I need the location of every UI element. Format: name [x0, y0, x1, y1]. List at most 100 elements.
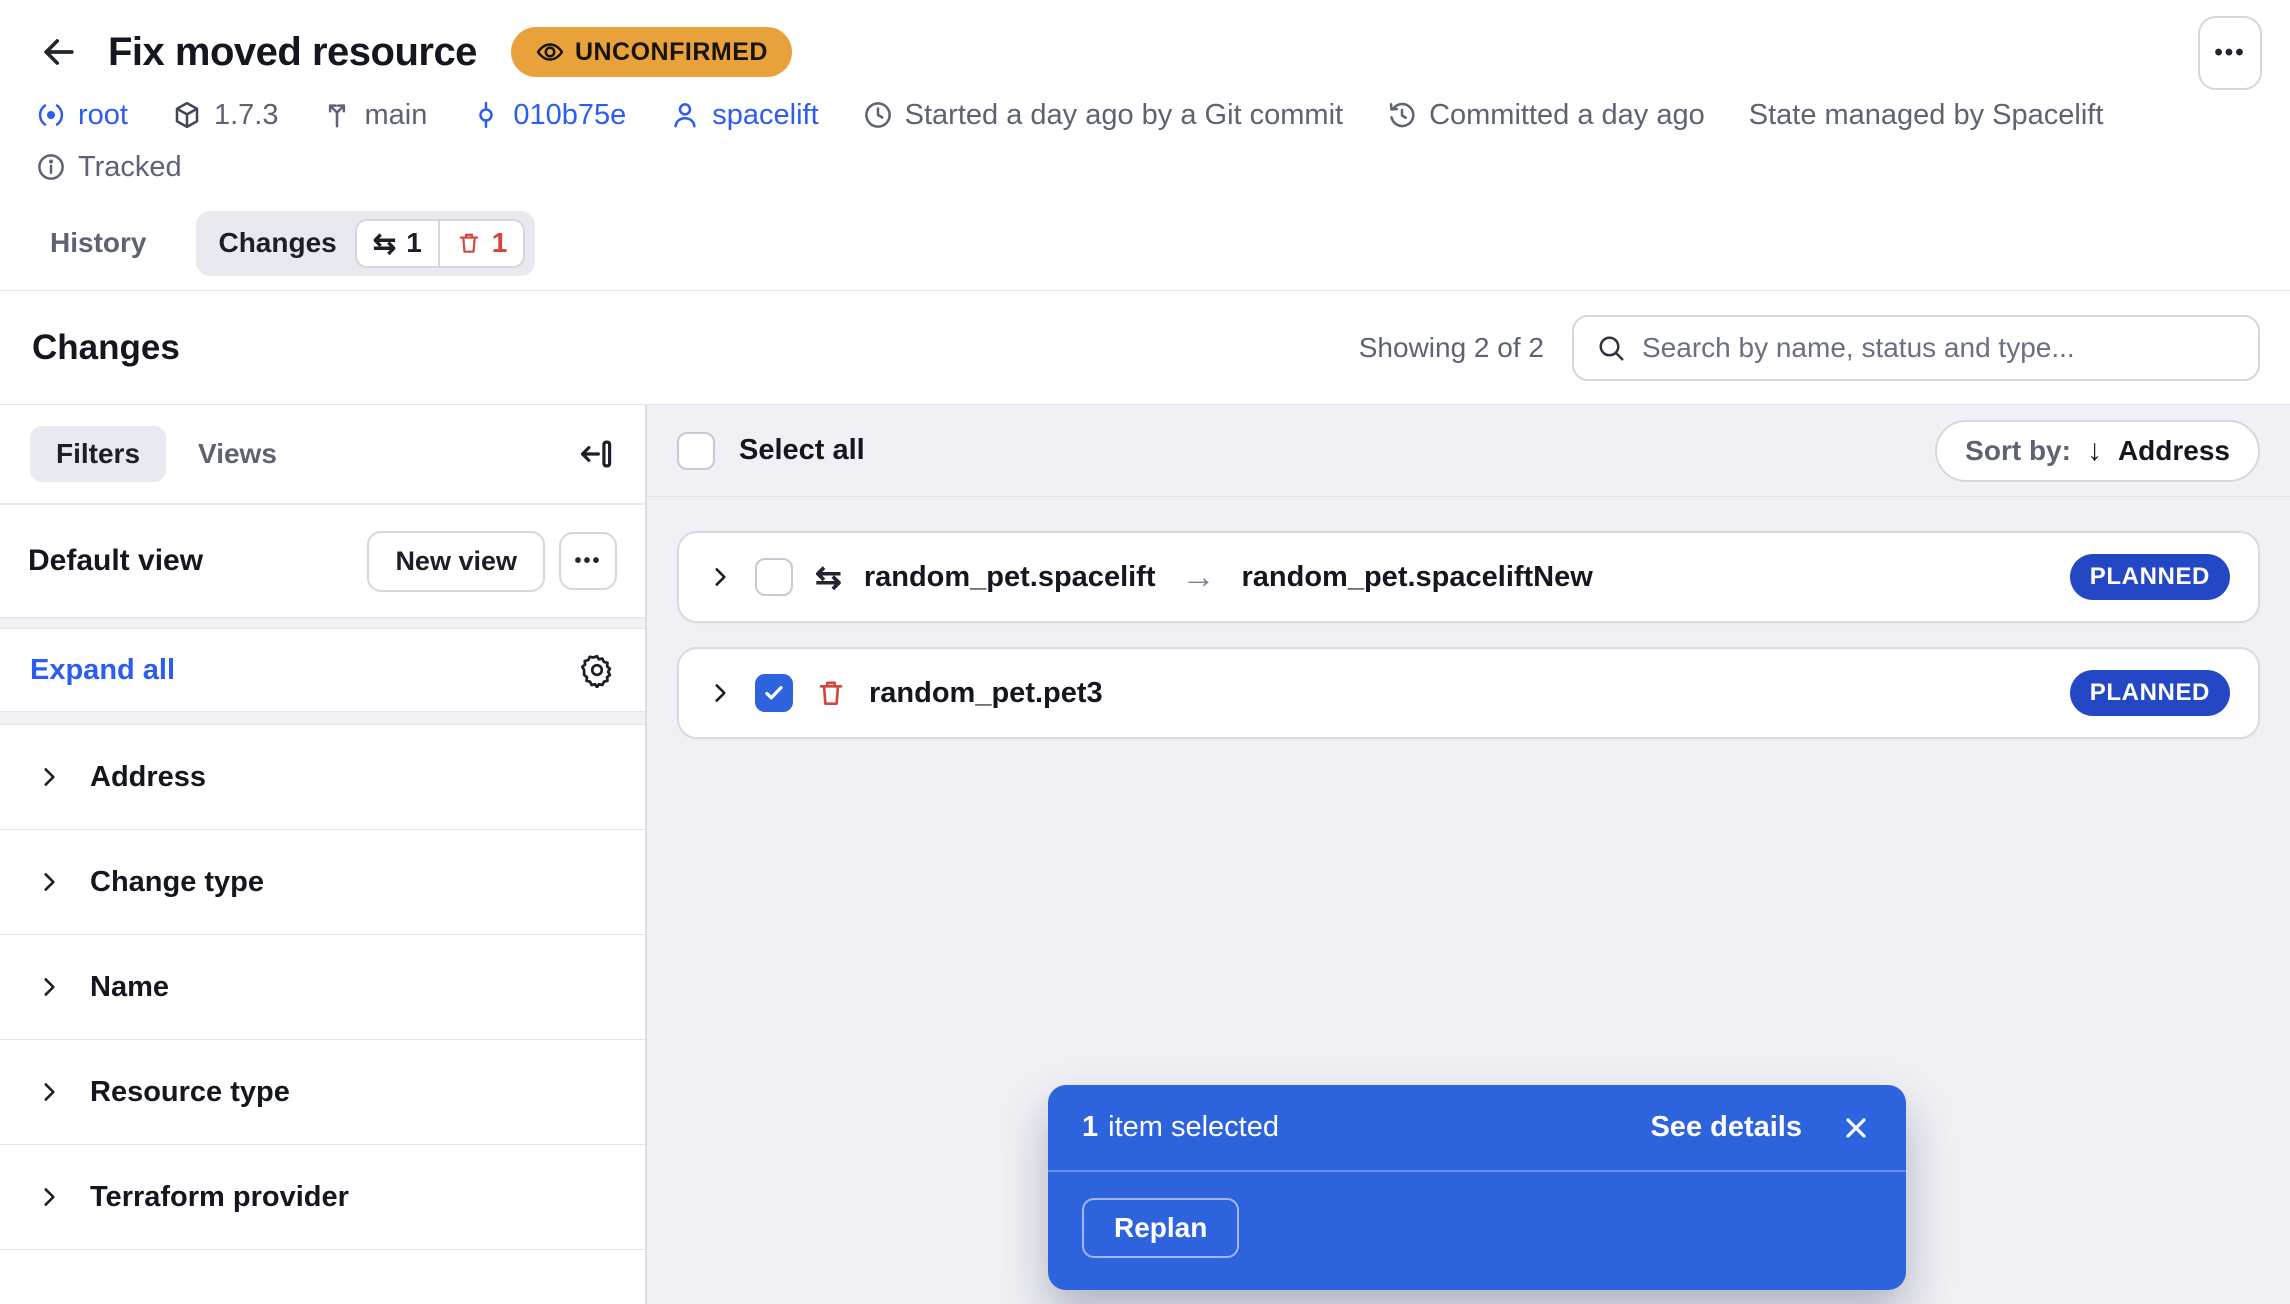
resource-name: random_pet.pet3: [869, 677, 1103, 710]
search-input[interactable]: [1642, 332, 2236, 364]
close-icon[interactable]: [1840, 1112, 1872, 1144]
row-checkbox[interactable]: [755, 674, 793, 712]
view-more-button[interactable]: •••: [559, 532, 617, 590]
row-checkbox[interactable]: [755, 558, 793, 596]
history-clock-icon: [1387, 100, 1417, 130]
see-details-link[interactable]: See details: [1650, 1111, 1802, 1144]
committed-label: Committed a day ago: [1429, 99, 1705, 132]
title-row: Fix moved resource UNCONFIRMED: [36, 20, 2254, 84]
tracked-row: Tracked: [36, 148, 2254, 186]
divider-strip: [0, 617, 645, 629]
chevron-right-icon[interactable]: [707, 680, 733, 706]
resource-name-from: random_pet.spacelift: [864, 561, 1156, 594]
selected-text: item selected: [1108, 1111, 1279, 1144]
change-cards: ⇆ random_pet.spacelift → random_pet.spac…: [677, 531, 2260, 739]
changes-bar-right: Showing 2 of 2: [1359, 315, 2260, 381]
expand-all-link[interactable]: Expand all: [30, 654, 175, 687]
change-row-moved[interactable]: ⇆ random_pet.spacelift → random_pet.spac…: [677, 531, 2260, 623]
selected-count: 1: [1082, 1111, 1098, 1144]
started-item: Started a day ago by a Git commit: [863, 99, 1343, 132]
select-all-row: Select all Sort by: ↓ Address: [647, 405, 2290, 497]
default-view-row: Default view New view •••: [0, 505, 645, 617]
select-all-label: Select all: [739, 434, 865, 467]
page: Fix moved resource UNCONFIRMED ••• root: [0, 0, 2290, 1304]
tabs-row: History Changes ⇆ 1 1: [36, 210, 2254, 276]
filter-item-name[interactable]: Name: [0, 935, 645, 1040]
version-item: 1.7.3: [172, 99, 279, 132]
space-link[interactable]: root: [36, 99, 128, 132]
changes-section-title: Changes: [32, 328, 180, 368]
showing-count: Showing 2 of 2: [1359, 332, 1544, 364]
filter-item-change-type[interactable]: Change type: [0, 830, 645, 935]
chevron-right-icon: [36, 1184, 62, 1210]
resource-name-to: random_pet.spaceliftNew: [1242, 561, 1593, 594]
sort-value: Address: [2118, 435, 2230, 467]
changes-bar: Changes Showing 2 of 2: [0, 291, 2290, 405]
expand-all-row: Expand all: [0, 629, 645, 711]
commit-link[interactable]: 010b75e: [471, 99, 626, 132]
meta-row: root 1.7.3 main 010b75e: [36, 96, 2254, 134]
collapse-sidebar-icon[interactable]: [577, 435, 615, 473]
chevron-right-icon: [36, 869, 62, 895]
change-row-deleted[interactable]: random_pet.pet3 PLANNED: [677, 647, 2260, 739]
gear-icon[interactable]: [579, 652, 615, 688]
trash-icon: [456, 230, 482, 256]
commit-label: 010b75e: [513, 99, 626, 132]
filter-item-address[interactable]: Address: [0, 725, 645, 830]
filter-label: Name: [90, 971, 169, 1004]
tab-changes-label: Changes: [218, 227, 336, 259]
commit-icon: [471, 100, 501, 130]
filter-label: Terraform provider: [90, 1181, 349, 1214]
search-box: [1572, 315, 2260, 381]
space-label: root: [78, 99, 128, 132]
move-icon: ⇆: [815, 558, 842, 596]
chevron-right-icon: [36, 974, 62, 1000]
state-item: State managed by Spacelift: [1749, 99, 2104, 132]
space-icon: [36, 100, 66, 130]
user-label: spacelift: [712, 99, 818, 132]
deleted-count-value: 1: [492, 227, 508, 259]
filter-item-terraform-provider[interactable]: Terraform provider: [0, 1145, 645, 1250]
user-link[interactable]: spacelift: [670, 99, 818, 132]
changes-count-pill: ⇆ 1 1: [355, 219, 526, 268]
back-arrow-icon[interactable]: [36, 29, 82, 75]
filter-label: Address: [90, 761, 206, 794]
branch-icon: [322, 100, 352, 130]
status-badge-label: UNCONFIRMED: [575, 38, 768, 67]
eye-icon: [535, 37, 565, 67]
filter-label: Resource type: [90, 1076, 290, 1109]
sort-by-label: Sort by:: [1965, 435, 2071, 467]
chevron-right-icon[interactable]: [707, 564, 733, 590]
tab-history[interactable]: History: [36, 227, 160, 259]
select-all-checkbox[interactable]: [677, 432, 715, 470]
tab-filters[interactable]: Filters: [30, 426, 166, 482]
body: Filters Views Default view New view ••• …: [0, 405, 2290, 1304]
committed-item: Committed a day ago: [1387, 99, 1705, 132]
new-view-button[interactable]: New view: [367, 531, 545, 592]
moved-count-value: 1: [406, 227, 422, 259]
trash-icon: [815, 677, 847, 709]
filters-sidebar: Filters Views Default view New view ••• …: [0, 405, 647, 1304]
run-header: Fix moved resource UNCONFIRMED ••• root: [0, 0, 2290, 291]
info-icon: [36, 152, 66, 182]
tab-changes[interactable]: Changes ⇆ 1 1: [196, 211, 535, 276]
default-view-label: Default view: [28, 544, 203, 578]
status-badge-planned: PLANNED: [2070, 554, 2230, 600]
branch-item: main: [322, 99, 427, 132]
status-badge-planned: PLANNED: [2070, 670, 2230, 716]
clock-icon: [863, 100, 893, 130]
filter-item-resource-type[interactable]: Resource type: [0, 1040, 645, 1145]
sort-button[interactable]: Sort by: ↓ Address: [1935, 420, 2260, 482]
deleted-count: 1: [440, 221, 524, 266]
divider-strip: [0, 711, 645, 725]
header-more-button[interactable]: •••: [2198, 16, 2262, 90]
selection-toast: 1 item selected See details Replan: [1048, 1085, 1906, 1290]
moved-count: ⇆ 1: [357, 221, 438, 266]
tab-views[interactable]: Views: [176, 426, 299, 482]
view-actions: New view •••: [367, 531, 617, 592]
started-label: Started a day ago by a Git commit: [905, 99, 1343, 132]
chevron-right-icon: [36, 1079, 62, 1105]
move-icon: ⇆: [373, 227, 396, 260]
replan-button[interactable]: Replan: [1082, 1198, 1239, 1258]
status-badge: UNCONFIRMED: [511, 27, 792, 77]
